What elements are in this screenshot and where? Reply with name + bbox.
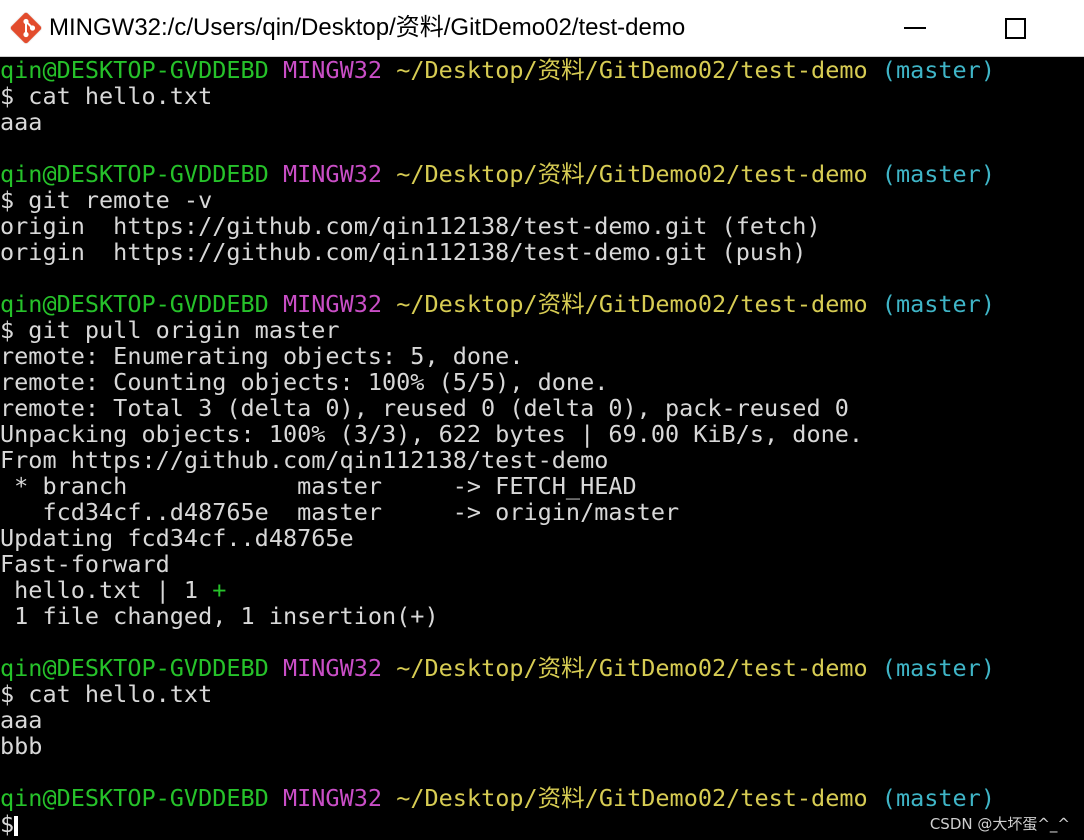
terminal-text: ~/Desktop/资料/GitDemo02/test-demo (396, 56, 868, 84)
terminal-line: $ cat hello.txt (0, 681, 995, 707)
terminal-text: origin https://github.com/qin112138/test… (0, 238, 807, 266)
terminal-text: (master) (881, 784, 995, 812)
window-title: MINGW32:/c/Users/qin/Desktop/资料/GitDemo0… (49, 14, 686, 41)
terminal-line: origin https://github.com/qin112138/test… (0, 213, 995, 239)
terminal-text: From https://github.com/qin112138/test-d… (0, 446, 609, 474)
terminal-line: Fast-forward (0, 551, 995, 577)
terminal-text: ~/Desktop/资料/GitDemo02/test-demo (396, 784, 868, 812)
terminal-text: * branch master -> FETCH_HEAD (0, 472, 637, 500)
terminal-text: + (212, 576, 227, 604)
terminal-line: qin@DESKTOP-GVDDEBD MINGW32 ~/Desktop/资料… (0, 57, 995, 83)
terminal-line: aaa (0, 109, 995, 135)
terminal-line: qin@DESKTOP-GVDDEBD MINGW32 ~/Desktop/资料… (0, 655, 995, 681)
terminal-line: bbb (0, 733, 995, 759)
terminal-text: qin@DESKTOP-GVDDEBD (0, 56, 269, 84)
terminal-line: origin https://github.com/qin112138/test… (0, 239, 995, 265)
terminal-line: remote: Enumerating objects: 5, done. (0, 343, 995, 369)
terminal-text: $ git remote -v (0, 186, 213, 214)
terminal-line: 1 file changed, 1 insertion(+) (0, 603, 995, 629)
terminal-line: qin@DESKTOP-GVDDEBD MINGW32 ~/Desktop/资料… (0, 291, 995, 317)
terminal-line: $ cat hello.txt (0, 83, 995, 109)
terminal-text: remote: Total 3 (delta 0), reused 0 (del… (0, 394, 849, 422)
terminal-text: aaa (0, 108, 43, 136)
terminal-text: $ cat hello.txt (0, 82, 213, 110)
terminal-line: * branch master -> FETCH_HEAD (0, 473, 995, 499)
watermark: CSDN @大坏蛋^_^ (929, 815, 1070, 833)
terminal-text: aaa (0, 706, 43, 734)
terminal-text: origin https://github.com/qin112138/test… (0, 212, 821, 240)
terminal-line: Updating fcd34cf..d48765e (0, 525, 995, 551)
terminal-line: qin@DESKTOP-GVDDEBD MINGW32 ~/Desktop/资料… (0, 785, 995, 811)
terminal-text: ~/Desktop/资料/GitDemo02/test-demo (396, 654, 868, 682)
terminal-text: Unpacking objects: 100% (3/3), 622 bytes… (0, 420, 864, 448)
terminal-line: hello.txt | 1 + (0, 577, 995, 603)
terminal-text: $ git pull origin master (0, 316, 340, 344)
terminal-text: 1 file changed, 1 insertion(+) (0, 602, 439, 630)
maximize-icon (1004, 17, 1026, 39)
terminal-text: MINGW32 (282, 56, 383, 84)
terminal-text: (master) (881, 654, 995, 682)
terminal-text: hello.txt | 1 (0, 576, 213, 604)
terminal-line: $ (0, 811, 995, 837)
terminal-line: $ git remote -v (0, 187, 995, 213)
terminal-text: qin@DESKTOP-GVDDEBD (0, 784, 269, 812)
terminal-text: (master) (881, 56, 995, 84)
terminal-line: Unpacking objects: 100% (3/3), 622 bytes… (0, 421, 995, 447)
minimize-icon (904, 27, 926, 29)
terminal-text: ~/Desktop/资料/GitDemo02/test-demo (396, 290, 868, 318)
terminal-text: ~/Desktop/资料/GitDemo02/test-demo (396, 160, 868, 188)
terminal-line: remote: Counting objects: 100% (5/5), do… (0, 369, 995, 395)
terminal-line: From https://github.com/qin112138/test-d… (0, 447, 995, 473)
terminal-text: qin@DESKTOP-GVDDEBD (0, 654, 269, 682)
terminal-text: MINGW32 (282, 160, 383, 188)
terminal-text: remote: Enumerating objects: 5, done. (0, 342, 524, 370)
terminal-line: fcd34cf..d48765e master -> origin/master (0, 499, 995, 525)
git-bash-icon (10, 12, 42, 44)
maximize-button[interactable] (980, 0, 1050, 56)
terminal-text: qin@DESKTOP-GVDDEBD (0, 160, 269, 188)
terminal-cursor (14, 815, 19, 836)
title-bar[interactable]: MINGW32:/c/Users/qin/Desktop/资料/GitDemo0… (0, 0, 1084, 57)
terminal-text: bbb (0, 732, 43, 760)
terminal-line: $ git pull origin master (0, 317, 995, 343)
terminal-text: Fast-forward (0, 550, 170, 578)
terminal-text: qin@DESKTOP-GVDDEBD (0, 290, 269, 318)
terminal-text: MINGW32 (282, 290, 383, 318)
terminal-text: fcd34cf..d48765e master -> origin/master (0, 498, 680, 526)
terminal-text: $ (0, 810, 15, 838)
terminal-text: MINGW32 (282, 654, 383, 682)
terminal-text: Updating fcd34cf..d48765e (0, 524, 354, 552)
terminal-text: (master) (881, 290, 995, 318)
terminal-text: remote: Counting objects: 100% (5/5), do… (0, 368, 609, 396)
terminal-line: qin@DESKTOP-GVDDEBD MINGW32 ~/Desktop/资料… (0, 161, 995, 187)
terminal-text: (master) (881, 160, 995, 188)
terminal-text: MINGW32 (282, 784, 383, 812)
terminal-area[interactable]: qin@DESKTOP-GVDDEBD MINGW32 ~/Desktop/资料… (0, 57, 1084, 840)
terminal-line: remote: Total 3 (delta 0), reused 0 (del… (0, 395, 995, 421)
terminal-text: $ cat hello.txt (0, 680, 213, 708)
minimize-button[interactable] (880, 0, 950, 56)
terminal-output: qin@DESKTOP-GVDDEBD MINGW32 ~/Desktop/资料… (0, 57, 995, 837)
terminal-line: aaa (0, 707, 995, 733)
